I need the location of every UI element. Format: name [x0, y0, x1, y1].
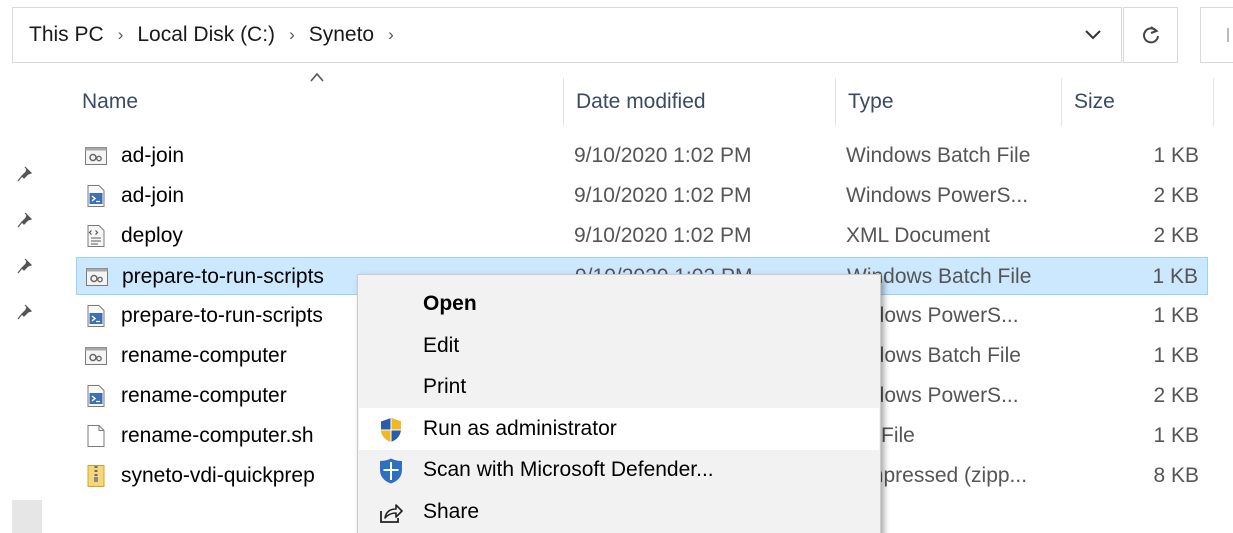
- column-header-type[interactable]: Type: [838, 78, 1060, 126]
- breadcrumb-separator-icon[interactable]: ›: [281, 25, 303, 45]
- breadcrumb-this-pc[interactable]: This PC: [23, 23, 110, 47]
- file-name: prepare-to-run-scripts: [121, 304, 323, 327]
- file-size: 1 KB: [1153, 344, 1199, 367]
- powershell-file-icon: [87, 305, 105, 327]
- file-type: Windows Batch File: [846, 144, 1031, 167]
- context-menu-label: Run as administrator: [423, 417, 617, 440]
- context-menu-label: Share: [423, 500, 480, 523]
- file-size: 1 KB: [1153, 144, 1199, 167]
- column-divider[interactable]: [1061, 78, 1062, 126]
- file-name: rename-computer: [121, 344, 287, 367]
- powershell-file-icon: [87, 385, 105, 407]
- file-type: XML Document: [846, 224, 990, 247]
- context-menu-scan-defender[interactable]: Scan with Microsoft Defender...: [359, 449, 879, 491]
- column-divider[interactable]: [1213, 78, 1214, 126]
- breadcrumb-separator-icon[interactable]: ›: [380, 25, 402, 45]
- nav-scrollbar[interactable]: [12, 500, 42, 533]
- refresh-button[interactable]: [1123, 7, 1178, 63]
- file-name: deploy: [121, 224, 183, 247]
- context-menu-label: Scan with Microsoft Defender...: [423, 458, 714, 481]
- context-menu-label: Edit: [423, 334, 460, 357]
- file-name: rename-computer.sh: [121, 424, 314, 447]
- column-header-name[interactable]: Name: [72, 78, 562, 126]
- file-name: prepare-to-run-scripts: [122, 265, 324, 288]
- column-header-size[interactable]: Size: [1064, 78, 1212, 126]
- file-type: ndows Batch File: [861, 344, 1021, 367]
- breadcrumb-separator-icon[interactable]: ›: [110, 25, 132, 45]
- file-row[interactable]: deploy 9/10/2020 1:02 PM XML Document 2 …: [76, 217, 1208, 255]
- chevron-down-icon: [1085, 30, 1101, 40]
- file-name: ad-join: [121, 144, 185, 167]
- share-icon: [380, 504, 403, 523]
- file-type: Windows PowerS...: [846, 184, 1029, 207]
- file-name: syneto-vdi-quickprep: [121, 464, 315, 487]
- defender-icon: [380, 458, 402, 484]
- column-divider[interactable]: [835, 78, 836, 126]
- file-date: 9/10/2020 1:02 PM: [574, 184, 752, 207]
- uac-shield-icon: [381, 418, 401, 442]
- powershell-file-icon: [87, 185, 105, 207]
- column-header-date-modified[interactable]: Date modified: [566, 78, 834, 126]
- zip-folder-icon: [87, 465, 105, 487]
- context-menu-label: Print: [423, 375, 467, 398]
- context-menu-open[interactable]: Open: [359, 283, 879, 325]
- file-row[interactable]: ad-join 9/10/2020 1:02 PM Windows PowerS…: [76, 177, 1208, 215]
- file-name: ad-join: [121, 184, 185, 207]
- batch-file-icon: [85, 147, 107, 165]
- navigation-pane: [0, 64, 45, 533]
- batch-file-icon: [86, 268, 108, 286]
- pin-icon[interactable]: [16, 302, 36, 322]
- pin-icon[interactable]: [16, 210, 36, 230]
- context-menu: Open Edit Print Run as administrator Sca…: [357, 274, 881, 533]
- breadcrumb: This PC › Local Disk (C:) › Syneto ›: [13, 23, 1065, 47]
- file-size: 2 KB: [1153, 384, 1199, 407]
- context-menu-edit[interactable]: Edit: [359, 325, 879, 367]
- file-size: 2 KB: [1153, 184, 1199, 207]
- address-history-dropdown[interactable]: [1065, 8, 1121, 62]
- file-size: 1 KB: [1153, 424, 1199, 447]
- breadcrumb-local-disk[interactable]: Local Disk (C:): [131, 23, 281, 47]
- file-size: 8 KB: [1153, 464, 1199, 487]
- search-caret: [1227, 28, 1229, 42]
- xml-file-icon: [87, 225, 105, 247]
- file-name: rename-computer: [121, 384, 287, 407]
- breadcrumb-syneto[interactable]: Syneto: [303, 23, 380, 47]
- context-menu-share[interactable]: Share: [359, 491, 879, 533]
- blank-file-icon: [87, 425, 105, 447]
- file-date: 9/10/2020 1:02 PM: [574, 224, 752, 247]
- pin-icon[interactable]: [16, 256, 36, 276]
- file-date: 9/10/2020 1:02 PM: [574, 144, 752, 167]
- file-size: 2 KB: [1153, 224, 1199, 247]
- search-box[interactable]: [1200, 7, 1233, 63]
- address-bar[interactable]: This PC › Local Disk (C:) › Syneto ›: [12, 7, 1122, 63]
- file-type: ndows PowerS...: [861, 384, 1019, 407]
- context-menu-run-as-administrator[interactable]: Run as administrator: [359, 408, 879, 450]
- column-divider[interactable]: [563, 78, 564, 126]
- file-type: File: [881, 424, 915, 447]
- context-menu-print[interactable]: Print: [359, 366, 879, 408]
- file-row[interactable]: ad-join 9/10/2020 1:02 PM Windows Batch …: [76, 137, 1208, 175]
- file-size: 1 KB: [1152, 265, 1198, 288]
- file-type: ndows PowerS...: [861, 304, 1019, 327]
- file-type: mpressed (zipp...: [866, 464, 1028, 487]
- pin-icon[interactable]: [16, 164, 36, 184]
- file-size: 1 KB: [1153, 304, 1199, 327]
- batch-file-icon: [85, 347, 107, 365]
- context-menu-label: Open: [423, 292, 477, 315]
- refresh-icon: [1142, 26, 1159, 44]
